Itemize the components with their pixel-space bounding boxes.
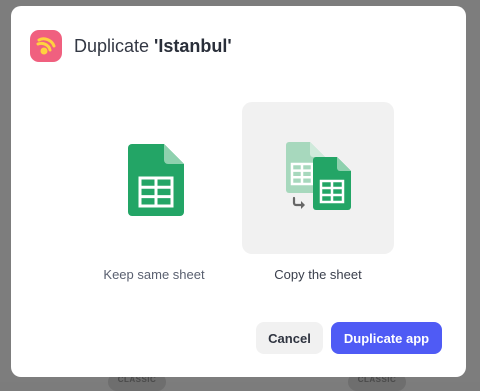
dialog-title-app-name: 'Istanbul': [154, 36, 232, 56]
duplicate-app-button[interactable]: Duplicate app: [331, 322, 442, 354]
duplicate-dialog: Duplicate 'Istanbul' Keep same sheet Cop…: [11, 6, 466, 377]
dialog-title-prefix: Duplicate: [74, 36, 155, 56]
dialog-title: Duplicate 'Istanbul': [74, 33, 232, 59]
cancel-button[interactable]: Cancel: [256, 322, 323, 354]
option-copy-the-sheet[interactable]: [242, 102, 394, 254]
copy-spreadsheet-icon: [286, 142, 351, 210]
option-copy-the-sheet-label: Copy the sheet: [274, 267, 362, 282]
option-keep-same-sheet-label: Keep same sheet: [103, 267, 205, 282]
spreadsheet-icon: [128, 144, 184, 216]
option-keep-same-sheet[interactable]: [78, 102, 230, 254]
app-logo-icon: [30, 30, 62, 62]
